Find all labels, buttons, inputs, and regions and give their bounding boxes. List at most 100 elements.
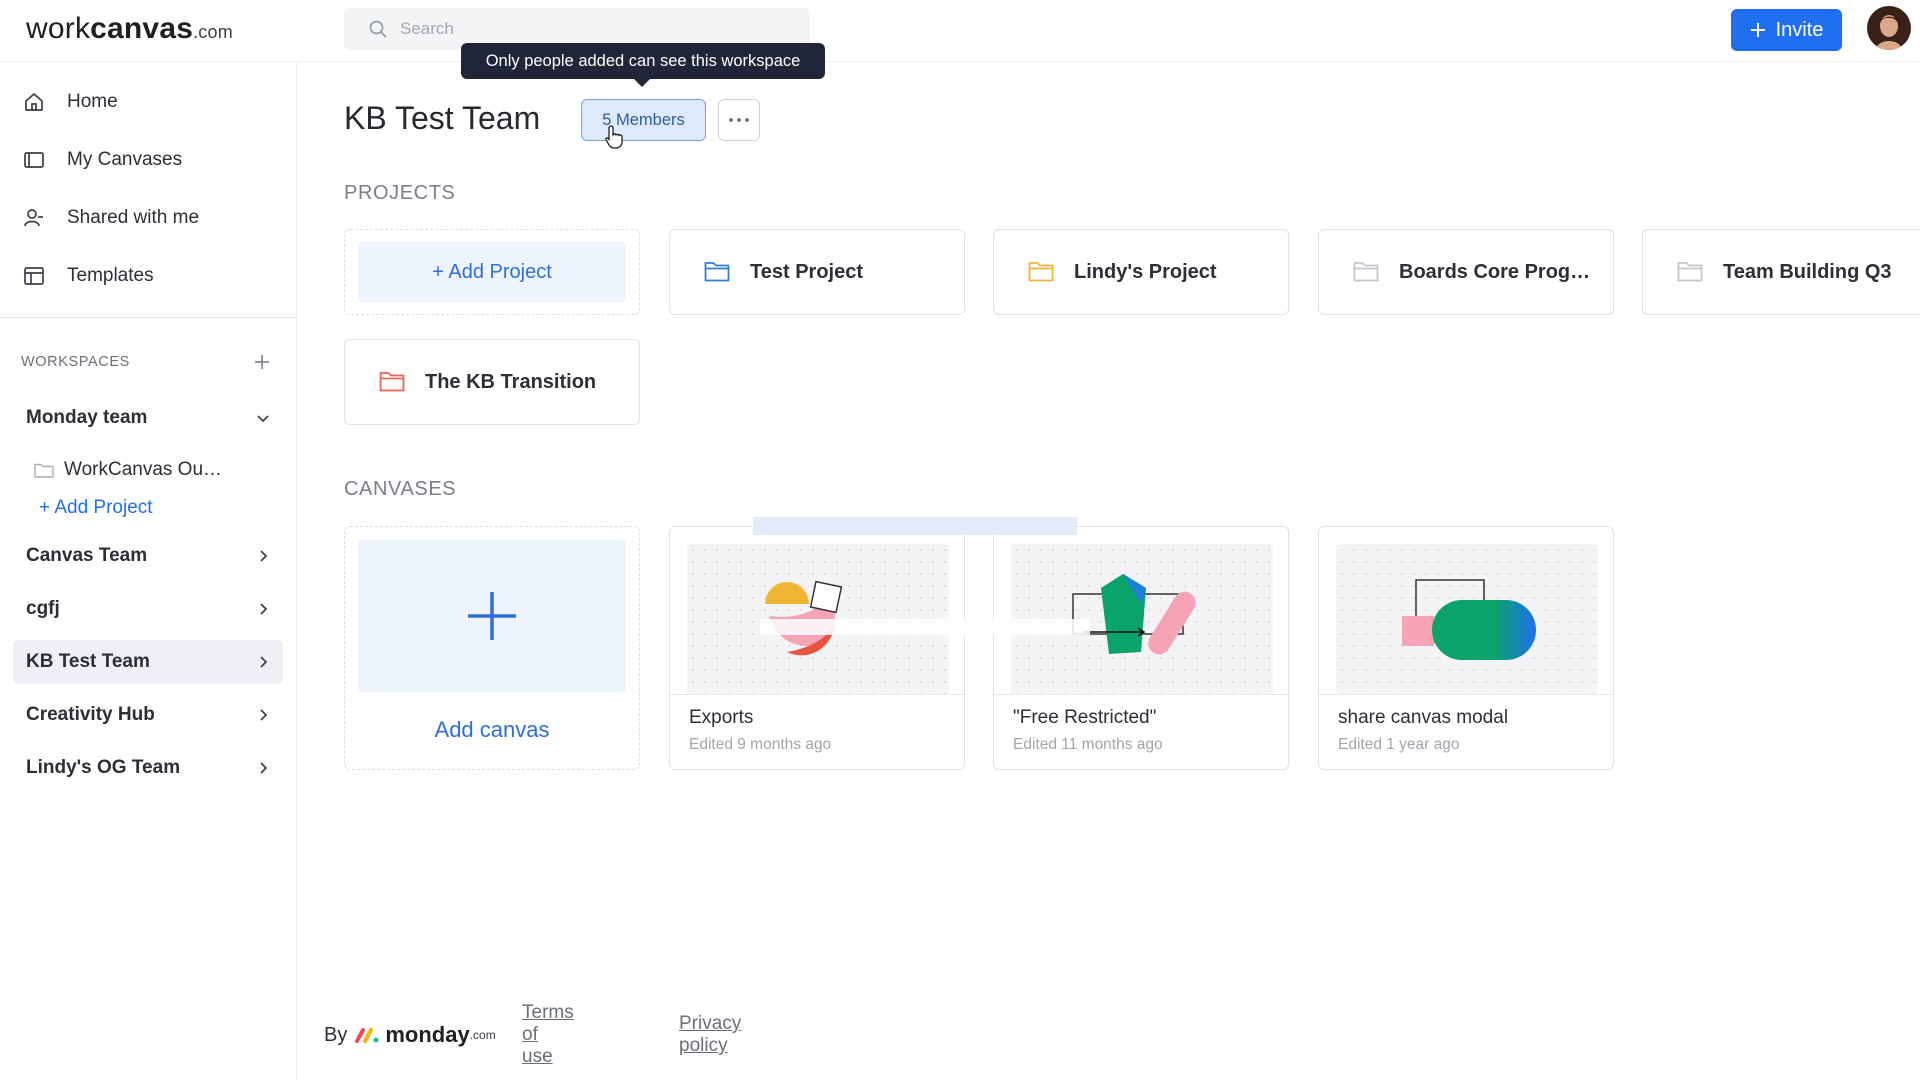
privacy-policy-link[interactable]: Privacy policy — [679, 1013, 741, 1057]
canvas-card[interactable]: Exports Edited 9 months ago — [669, 526, 965, 770]
logo-text-canvas: canvas — [90, 12, 194, 45]
add-canvas-button[interactable] — [358, 540, 626, 692]
card-divider — [994, 694, 1288, 695]
project-card[interactable]: Boards Core Prog… — [1318, 229, 1614, 315]
monday-logo-icon — [355, 1028, 379, 1043]
pointer-cursor-icon — [605, 125, 623, 149]
folder-icon — [379, 372, 405, 392]
chevron-down-icon[interactable] — [253, 408, 273, 428]
card-divider — [1319, 694, 1613, 695]
search-icon — [369, 20, 387, 38]
workspace-label: Creativity Hub — [26, 704, 155, 725]
drag-ghost-overlay — [760, 619, 1090, 635]
canvas-name: share canvas modal — [1338, 707, 1509, 728]
project-card[interactable]: Lindy's Project — [993, 229, 1289, 315]
folder-icon — [34, 463, 54, 478]
projects-section-title: PROJECTS — [344, 182, 456, 204]
workspace-label: Monday team — [26, 407, 148, 428]
top-bar: workcanvas.com Invite — [0, 0, 1920, 62]
ellipsis-icon — [729, 118, 749, 122]
workspace-creativity-hub[interactable]: Creativity Hub — [13, 693, 283, 737]
canvases-section-title: CANVASES — [344, 478, 457, 500]
sidebar-item-templates[interactable]: Templates — [0, 252, 296, 300]
project-card[interactable]: Team Building Q3 — [1642, 229, 1920, 315]
add-canvas-card[interactable]: Add canvas — [344, 526, 640, 770]
chevron-right-icon[interactable] — [253, 546, 273, 566]
workspace-kb-test-team[interactable]: KB Test Team — [13, 640, 283, 684]
chevron-right-icon[interactable] — [253, 758, 273, 778]
page-title: KB Test Team — [344, 100, 541, 136]
canvas-name: Exports — [689, 707, 754, 728]
workspace-cgfj[interactable]: cgfj — [13, 587, 283, 631]
add-project-button[interactable]: + Add Project — [358, 242, 626, 302]
chevron-right-icon[interactable] — [253, 652, 273, 672]
canvas-edited-time: Edited 9 months ago — [689, 736, 832, 753]
footer-by-text: By — [324, 1023, 348, 1046]
monday-brand-suffix: .com — [469, 1028, 496, 1042]
project-name: Test Project — [750, 260, 863, 283]
folder-icon — [1353, 262, 1379, 282]
folder-icon — [1028, 262, 1054, 282]
workspace-lindys-og-team[interactable]: Lindy's OG Team — [13, 746, 283, 790]
sidebar-divider — [0, 317, 296, 318]
add-project-link[interactable]: + Add Project — [39, 497, 153, 519]
canvas-edited-time: Edited 11 months ago — [1013, 736, 1163, 753]
workspaces-header: WORKSPACES — [21, 354, 130, 370]
template-icon — [24, 267, 44, 285]
project-name: The KB Transition — [425, 370, 597, 393]
canvas-edited-time: Edited 1 year ago — [1338, 736, 1460, 753]
more-options-button[interactable] — [718, 99, 760, 141]
project-card[interactable]: The KB Transition — [344, 339, 640, 425]
sidebar-item-label: Templates — [67, 265, 154, 286]
avatar-image — [1867, 6, 1911, 50]
add-project-card[interactable]: + Add Project — [344, 229, 640, 315]
invite-button[interactable]: Invite — [1731, 9, 1842, 51]
invite-label: Invite — [1775, 18, 1824, 41]
plus-icon — [1750, 23, 1765, 37]
workspace-label: KB Test Team — [26, 651, 150, 672]
sidebar: Home My Canvases Shared with me Template… — [0, 62, 297, 1080]
workspace-label: Canvas Team — [26, 545, 148, 566]
sidebar-item-shared-with-me[interactable]: Shared with me — [0, 194, 296, 242]
canvas-thumbnail — [1336, 544, 1598, 694]
workspace-sub-project[interactable]: WorkCanvas Ou… — [34, 452, 222, 488]
folder-icon — [704, 262, 730, 282]
sidebar-item-label: Shared with me — [67, 207, 200, 228]
workspace-label: cgfj — [26, 598, 60, 619]
canvas-icon — [24, 152, 44, 168]
plus-icon — [468, 592, 516, 640]
project-name: Lindy's Project — [1074, 260, 1217, 283]
chevron-right-icon[interactable] — [253, 705, 273, 725]
chevron-right-icon[interactable] — [253, 599, 273, 619]
project-card[interactable]: Test Project — [669, 229, 965, 315]
folder-icon — [1677, 262, 1703, 282]
sidebar-item-home[interactable]: Home — [0, 78, 296, 126]
add-workspace-icon[interactable] — [250, 350, 274, 374]
workspace-canvas-team[interactable]: Canvas Team — [13, 534, 283, 578]
sidebar-item-my-canvases[interactable]: My Canvases — [0, 136, 296, 184]
monday-brand-name: monday — [385, 1022, 470, 1047]
members-tooltip: Only people added can see this workspace — [461, 43, 825, 87]
logo-text-work: work — [26, 12, 91, 45]
canvas-name: "Free Restricted" — [1013, 707, 1157, 728]
user-avatar[interactable] — [1867, 6, 1911, 50]
canvas-card[interactable]: share canvas modal Edited 1 year ago — [1318, 526, 1614, 770]
project-name: Team Building Q3 — [1723, 260, 1892, 283]
sub-project-label: WorkCanvas Ou… — [64, 459, 223, 480]
canvas-card[interactable]: "Free Restricted" Edited 11 months ago — [993, 526, 1289, 770]
sidebar-item-label: My Canvases — [67, 149, 183, 170]
members-button[interactable]: 5 Members — [581, 99, 706, 141]
project-name: Boards Core Prog… — [1399, 260, 1591, 283]
home-icon — [25, 93, 43, 111]
add-canvas-label[interactable]: Add canvas — [345, 717, 639, 743]
user-share-icon — [24, 209, 43, 227]
search-input[interactable] — [398, 18, 798, 40]
workspace-label: Lindy's OG Team — [26, 757, 181, 778]
canvas-thumbnail-image — [1402, 579, 1536, 660]
workcanvas-logo[interactable]: workcanvas.com — [26, 12, 233, 46]
terms-of-use-link[interactable]: Terms of use — [522, 1002, 574, 1068]
card-divider — [670, 694, 964, 695]
drag-selection-bar — [753, 517, 1077, 535]
workspace-monday-team[interactable]: Monday team — [13, 396, 283, 440]
sidebar-item-label: Home — [67, 91, 118, 112]
